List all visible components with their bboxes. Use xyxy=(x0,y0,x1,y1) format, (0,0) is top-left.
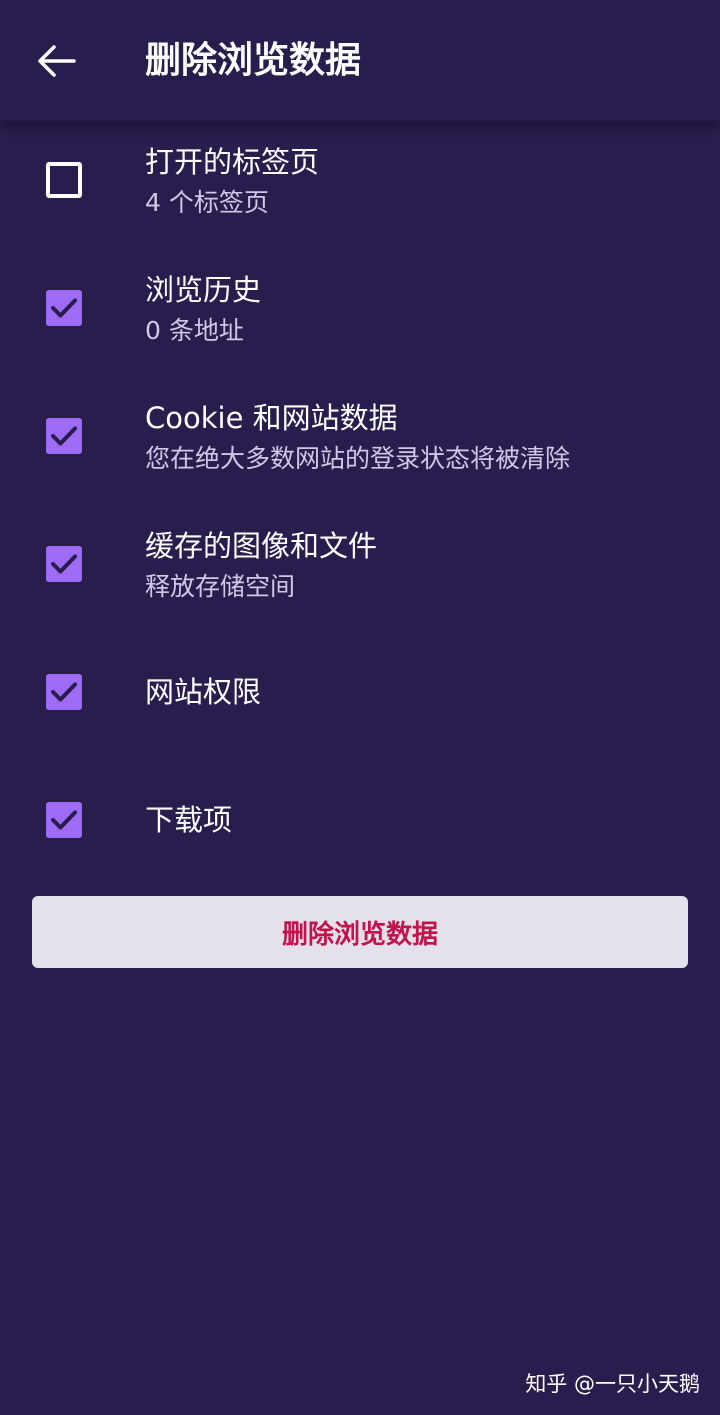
check-icon xyxy=(51,682,77,702)
page-title: 删除浏览数据 xyxy=(145,40,362,81)
option-subtitle: 释放存储空间 xyxy=(145,572,296,601)
checkbox-open-tabs[interactable] xyxy=(46,162,82,198)
delete-browsing-data-button[interactable]: 删除浏览数据 xyxy=(32,896,688,968)
option-title: 缓存的图像和文件 xyxy=(145,529,378,563)
check-icon xyxy=(51,554,77,574)
check-icon xyxy=(51,298,77,318)
watermark: 知乎 @一只小天鹅 xyxy=(525,1372,700,1396)
option-downloads[interactable]: 下载项 xyxy=(0,768,720,896)
option-cached-images-files[interactable]: 缓存的图像和文件 释放存储空间 xyxy=(0,512,720,640)
option-subtitle: 0 条地址 xyxy=(145,316,244,345)
checkbox-cached-images-files[interactable] xyxy=(46,546,82,582)
option-open-tabs[interactable]: 打开的标签页 4 个标签页 xyxy=(0,128,720,256)
option-browsing-history[interactable]: 浏览历史 0 条地址 xyxy=(0,256,720,384)
check-icon xyxy=(51,810,77,830)
option-title: 下载项 xyxy=(145,803,233,837)
option-title: 浏览历史 xyxy=(145,273,262,307)
option-subtitle: 您在绝大多数网站的登录状态将被清除 xyxy=(145,444,571,473)
check-icon xyxy=(51,426,77,446)
checkbox-browsing-history[interactable] xyxy=(46,290,82,326)
app-bar: 删除浏览数据 xyxy=(0,0,720,122)
option-title: 网站权限 xyxy=(145,675,262,709)
option-title: Cookie 和网站数据 xyxy=(145,401,398,435)
option-site-permissions[interactable]: 网站权限 xyxy=(0,640,720,768)
option-subtitle: 4 个标签页 xyxy=(145,188,269,217)
option-cookies-site-data[interactable]: Cookie 和网站数据 您在绝大多数网站的登录状态将被清除 xyxy=(0,384,720,512)
checkbox-cookies-site-data[interactable] xyxy=(46,418,82,454)
checkbox-site-permissions[interactable] xyxy=(46,674,82,710)
checkbox-downloads[interactable] xyxy=(46,802,82,838)
back-button[interactable] xyxy=(28,36,84,86)
arrow-left-icon xyxy=(38,45,76,77)
option-title: 打开的标签页 xyxy=(145,145,320,179)
